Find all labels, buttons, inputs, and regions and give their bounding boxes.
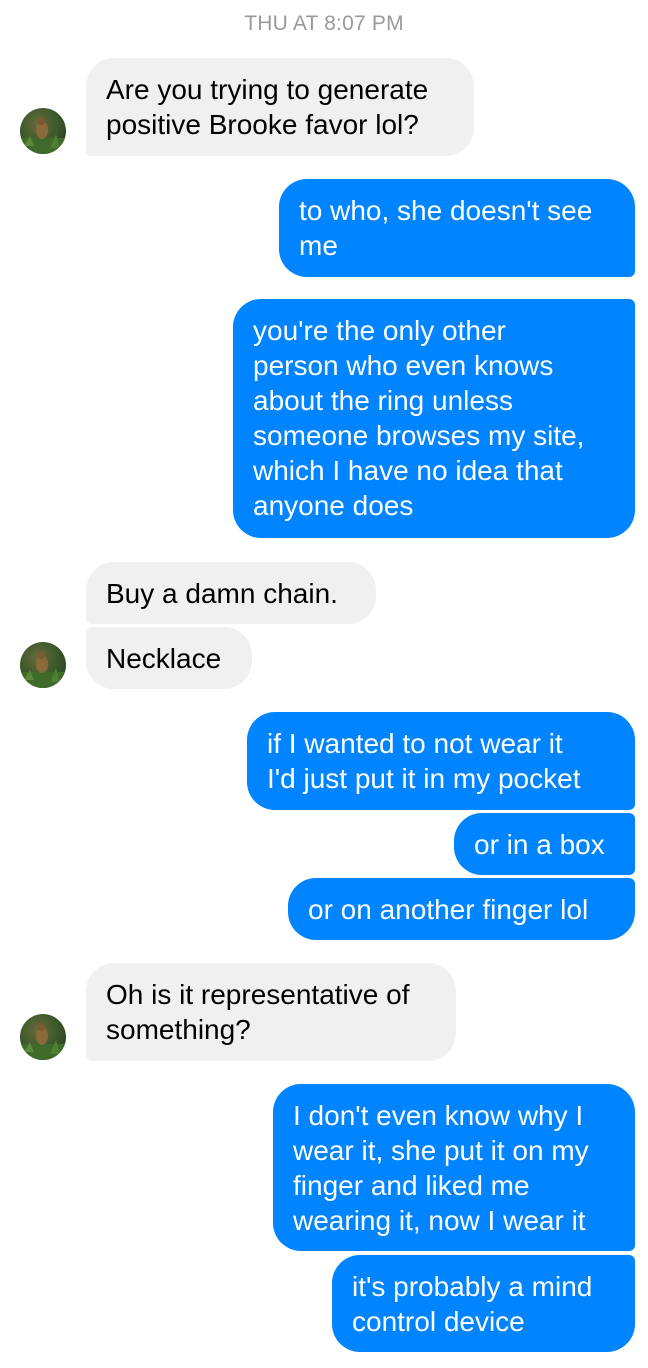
outgoing-message[interactable]: or on another finger lol (288, 878, 635, 940)
outgoing-message[interactable]: if I wanted to not wear it I'd just put … (247, 712, 635, 810)
incoming-message[interactable]: Oh is it representative of something? (86, 963, 456, 1061)
contact-avatar[interactable] (20, 1014, 66, 1060)
outgoing-message[interactable]: you're the only other person who even kn… (233, 299, 635, 538)
contact-avatar[interactable] (20, 642, 66, 688)
contact-avatar[interactable] (20, 108, 66, 154)
outgoing-message[interactable]: to who, she doesn't see me (279, 179, 635, 277)
contact-avatar-photo-icon (20, 1023, 66, 1060)
outgoing-message[interactable]: it's probably a mind control device (332, 1255, 635, 1352)
outgoing-message[interactable]: or in a box (454, 813, 635, 875)
contact-avatar-photo-icon (20, 651, 66, 688)
incoming-message[interactable]: Necklace (86, 627, 252, 689)
incoming-message[interactable]: Are you trying to generate positive Broo… (86, 58, 474, 156)
outgoing-message[interactable]: I don't even know why I wear it, she put… (273, 1084, 635, 1251)
message-timestamp: THU AT 8:07 PM (244, 12, 404, 35)
incoming-message[interactable]: Buy a damn chain. (86, 562, 376, 624)
contact-avatar-photo-icon (20, 117, 66, 154)
